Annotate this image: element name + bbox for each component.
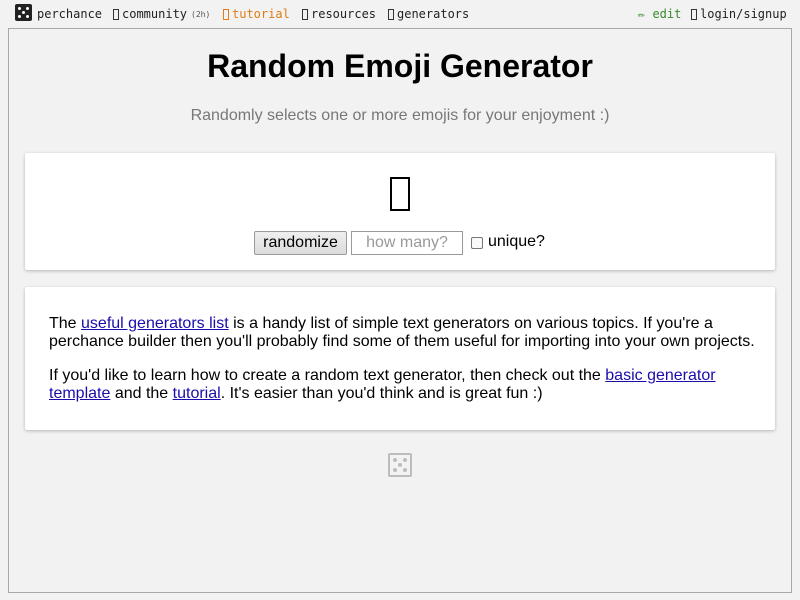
- nav-edit-label: ✏ edit: [638, 7, 682, 21]
- nav-resources-link[interactable]: resources: [302, 7, 376, 21]
- p2-text-mid: and the: [110, 385, 173, 402]
- nav-resources-label: resources: [311, 7, 377, 21]
- emoji-output-glyph: [390, 177, 410, 211]
- info-card: [25, 287, 775, 430]
- how-many-input[interactable]: [351, 231, 463, 255]
- unique-checkbox[interactable]: [471, 237, 483, 249]
- page-title: Random Emoji Generator: [207, 48, 593, 84]
- nav-tutorial-label: tutorial: [232, 7, 290, 21]
- resources-icon: [302, 8, 308, 20]
- tutorial-icon: [223, 8, 229, 20]
- nav-generators-link[interactable]: generators: [388, 7, 469, 21]
- p1-text-start: The: [49, 315, 82, 332]
- useful-generators-link[interactable]: useful generators list: [81, 315, 229, 332]
- nav-community-link[interactable]: community (2h): [113, 7, 210, 21]
- nav-generators-label: generators: [397, 7, 470, 21]
- nav-login-label: login/signup: [700, 7, 787, 21]
- info-paragraph-2: If you'd like to learn how to create a r…: [49, 367, 759, 403]
- nav-login-link[interactable]: login/signup: [691, 7, 787, 21]
- page-subtitle: Randomly selects one or more emojis for …: [190, 107, 610, 124]
- footer-dice-icon[interactable]: [388, 453, 412, 477]
- randomize-button[interactable]: randomize: [254, 231, 347, 255]
- generators-icon: [388, 8, 394, 20]
- community-badge: (2h): [191, 9, 211, 19]
- p2-text-end: . It's easier than you'd think and is gr…: [220, 385, 543, 402]
- unique-label: unique?: [488, 233, 545, 250]
- nav-tutorial-link[interactable]: tutorial: [223, 7, 290, 21]
- nav-perchance-link[interactable]: perchance: [37, 7, 102, 21]
- community-icon: [113, 8, 119, 20]
- top-nav: perchance community (2h) tutorial resour…: [0, 0, 800, 28]
- p2-text-start: If you'd like to learn how to create a r…: [49, 367, 606, 384]
- nav-perchance-label: perchance: [37, 7, 103, 21]
- tutorial-link[interactable]: tutorial: [173, 385, 221, 402]
- dice-logo-icon[interactable]: [15, 4, 32, 21]
- info-paragraph-1: The useful generators list is a handy li…: [49, 315, 759, 351]
- nav-edit-link[interactable]: ✏ edit: [638, 7, 681, 21]
- nav-community-label: community: [122, 7, 188, 21]
- login-icon: [691, 8, 697, 20]
